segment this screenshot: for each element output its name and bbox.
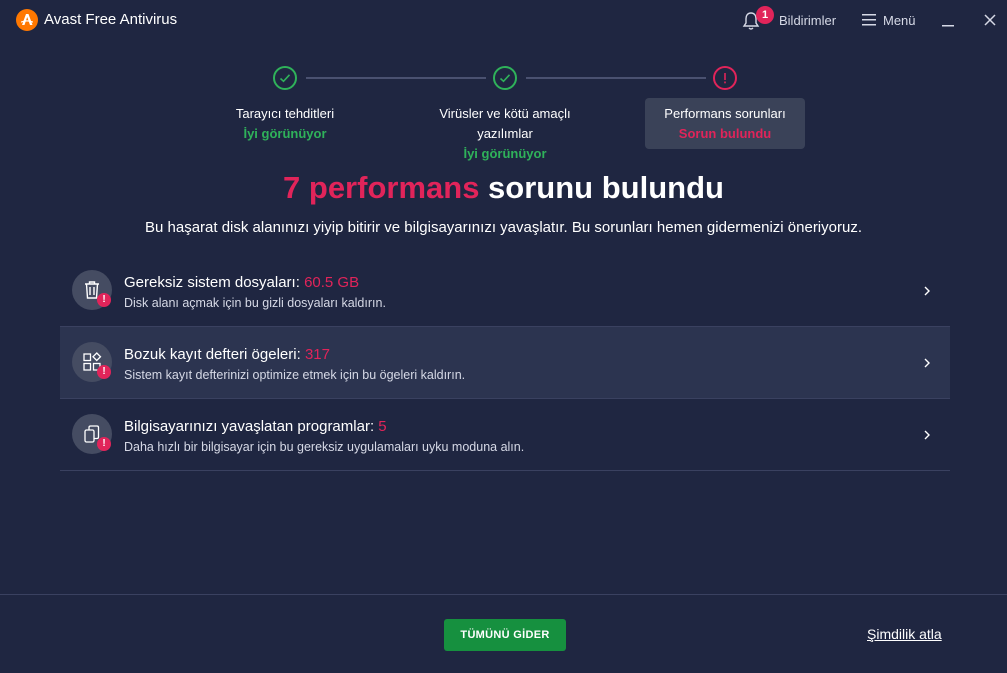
- warning-icon: !: [97, 437, 111, 451]
- chevron-right-icon: [924, 430, 930, 440]
- notification-count-badge: 1: [756, 6, 774, 24]
- issue-description: Disk alanı açmak için bu gizli dosyaları…: [124, 296, 386, 310]
- avast-logo-icon: [16, 9, 38, 31]
- issue-count-text: 7 performans: [283, 170, 480, 205]
- warning-icon: !: [97, 293, 111, 307]
- step-connector: [526, 77, 706, 79]
- step-check-circle: [493, 66, 517, 90]
- step-check-circle: [273, 66, 297, 90]
- chevron-right-icon: [924, 286, 930, 296]
- step-connector: [306, 77, 486, 79]
- step-viruses-malware: Virüsler ve kötü amaçlı yazılımlar İyi g…: [415, 104, 595, 164]
- hamburger-menu-icon[interactable]: [862, 14, 876, 26]
- footer-divider: [0, 594, 1007, 595]
- minimize-icon[interactable]: [940, 12, 956, 28]
- issue-row-slow-programs[interactable]: ! Bilgisayarınızı yavaşlatan programlar:…: [60, 399, 950, 471]
- app-title: Avast Free Antivirus: [44, 11, 178, 28]
- issue-row-registry[interactable]: ! Bozuk kayıt defteri ögeleri: 317 Siste…: [60, 327, 950, 399]
- step-label: Performans sorunları: [664, 106, 786, 121]
- title-rest-text: sorunu bulundu: [479, 170, 724, 205]
- issue-title: Gereksiz sistem dosyaları: 60.5 GB: [124, 274, 360, 291]
- title-bar: Avast Free Antivirus 1 Bildirimler Menü: [0, 0, 1007, 42]
- warning-icon: !: [97, 365, 111, 379]
- issue-value: 317: [304, 346, 330, 363]
- step-status: İyi görünüyor: [463, 146, 547, 161]
- issue-description: Sistem kayıt defterinizi optimize etmek …: [124, 368, 466, 382]
- fix-all-button[interactable]: TÜMÜNÜ GİDER: [444, 619, 566, 651]
- step-status: İyi görünüyor: [243, 126, 327, 141]
- skip-for-now-link[interactable]: Şimdilik atla: [867, 626, 942, 642]
- issue-description: Daha hızlı bir bilgisayar için bu gereks…: [124, 440, 525, 454]
- check-icon: [279, 74, 291, 83]
- close-icon[interactable]: [982, 12, 998, 28]
- step-label: Tarayıcı tehditleri: [235, 106, 335, 121]
- step-status: Sorun bulundu: [678, 126, 772, 141]
- step-performance-issues: Performans sorunları Sorun bulundu: [645, 98, 805, 149]
- exclamation-icon: [724, 73, 726, 84]
- step-label-line2: yazılımlar: [477, 126, 533, 141]
- notifications-button[interactable]: Bildirimler: [779, 13, 836, 28]
- issue-title: Bozuk kayıt defteri ögeleri: 317: [124, 346, 330, 363]
- step-label: Virüsler ve kötü amaçlı: [439, 106, 571, 121]
- issue-value: 5: [378, 418, 387, 435]
- chevron-right-icon: [924, 358, 930, 368]
- page-subtitle: Bu haşarat disk alanınızı yiyip bitirir …: [145, 219, 862, 236]
- issue-title: Bilgisayarınızı yavaşlatan programlar: 5: [124, 418, 387, 435]
- issue-row-junk-files[interactable]: ! Gereksiz sistem dosyaları: 60.5 GB Dis…: [60, 255, 950, 327]
- step-browser-threats: Tarayıcı tehditleri İyi görünüyor: [205, 104, 365, 144]
- step-warning-circle: [713, 66, 737, 90]
- menu-button[interactable]: Menü: [883, 13, 916, 28]
- page-title: 7 performans sorunu bulundu: [0, 170, 1007, 206]
- check-icon: [499, 74, 511, 83]
- issue-value: 60.5 GB: [304, 274, 360, 291]
